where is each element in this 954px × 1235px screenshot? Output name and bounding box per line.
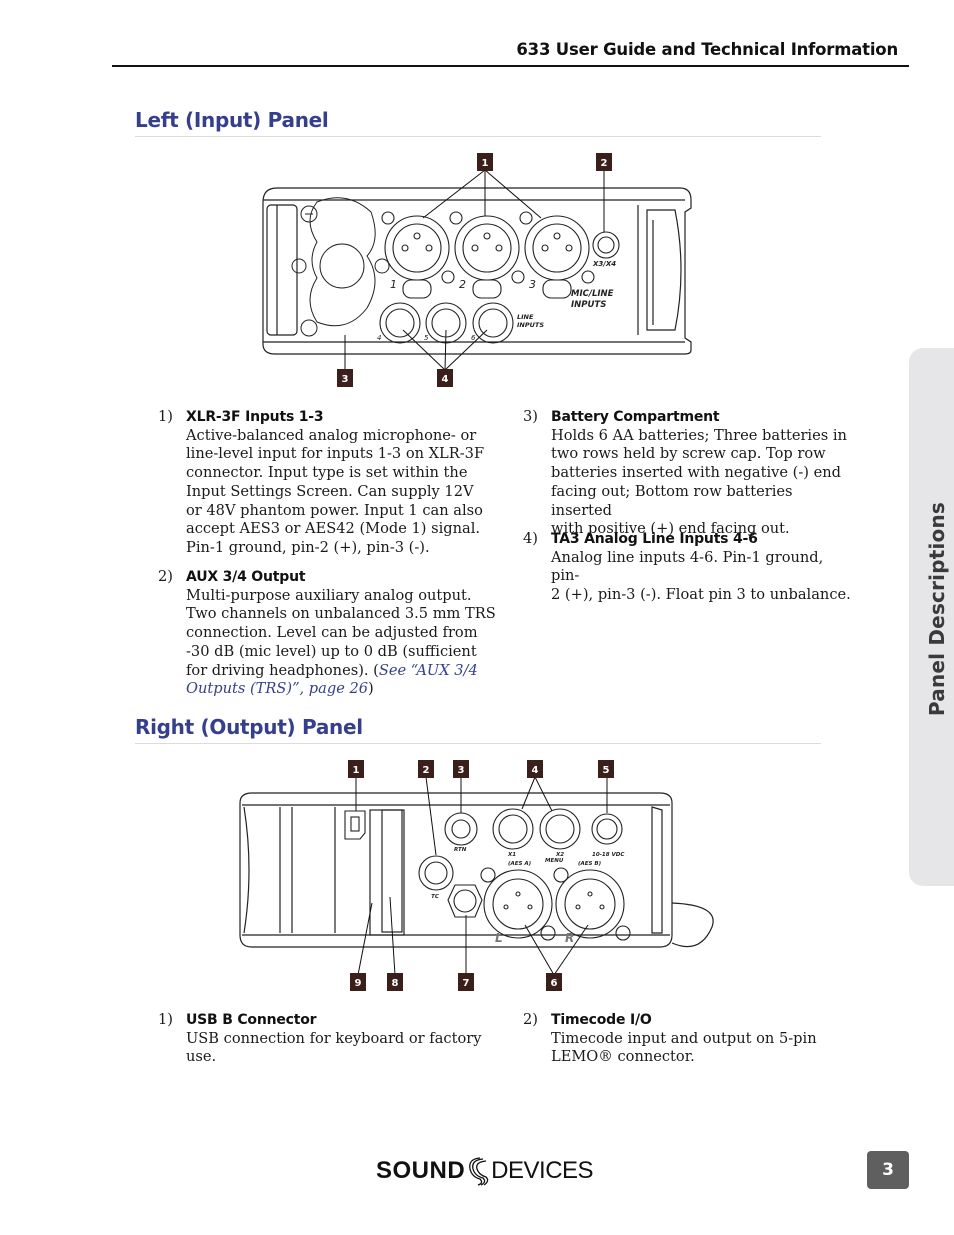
logo-wave-icon (469, 1157, 489, 1186)
item-title: XLR-3F Inputs 1-3 (186, 409, 324, 425)
chapter-side-tab-label: Panel Descriptions (925, 501, 949, 717)
rtn-jack-icon (444, 812, 478, 846)
item-line: use. (186, 1048, 217, 1066)
right-panel-heading-rule (135, 743, 821, 744)
callout-number: 1 (482, 158, 489, 169)
item-number: 1) (158, 1011, 173, 1028)
callout-number: 7 (463, 978, 470, 989)
battery-compartment-icon (291, 197, 390, 337)
cross-reference-link[interactable]: Outputs (TRS)”, page 26 (186, 680, 368, 697)
logo-text-devices: DEVICES (491, 1157, 594, 1184)
callout-number: 2 (423, 765, 430, 776)
callout-number: 1 (353, 765, 360, 776)
right-panel-diagram: RTN X1 X2 10-18 VDC (AES A) MENU (AES B)… (239, 760, 714, 991)
item-number: 2) (158, 568, 173, 585)
item-line: Timecode input and output on 5-pin (551, 1029, 817, 1047)
item-title: TA3 Analog Line Inputs 4-6 (551, 531, 758, 547)
callout-number: 4 (442, 374, 449, 385)
timecode-connector-icon (418, 855, 454, 891)
cross-reference-link[interactable]: See “AUX 3/4 (379, 662, 478, 679)
xlr-number-label: 3 (529, 278, 536, 291)
sound-devices-logo: SOUND DEVICES (376, 1156, 594, 1186)
dc-power-connector-icon (591, 813, 623, 845)
item-line: LEMO® connector. (551, 1048, 695, 1066)
callout-number: 3 (342, 374, 349, 385)
callout-number: 4 (532, 765, 539, 776)
item-line: Two channels on unbalanced 3.5 mm TRS (186, 605, 496, 623)
xlr-output-right-icon (553, 867, 631, 941)
left-panel-diagram: 1 2 3 X3/X4 MIC/LINE INPUTS LINE INPUTS … (262, 153, 692, 387)
right-channel-label: R (565, 931, 574, 945)
item-line: two rows held by screw cap. Top row (551, 445, 826, 463)
item-number: 4) (523, 530, 538, 547)
item-line: Multi-purpose auxiliary analog output. (186, 586, 472, 604)
aes-a-label: (AES A) (508, 861, 531, 867)
ta3-number-label: 5 (424, 334, 429, 342)
aux-label: X3/X4 (592, 260, 616, 268)
item-title: Timecode I/O (551, 1012, 652, 1028)
usb-b-connector-icon (344, 810, 366, 840)
x1-label: X1 (507, 852, 516, 858)
menu-label: MENU (545, 858, 564, 864)
line-inputs-label: INPUTS (517, 321, 544, 329)
dc-label: 10-18 VDC (592, 852, 624, 858)
item-line: connector. Input type is set within the (186, 464, 468, 482)
ta3-number-label: 4 (377, 334, 381, 342)
item-number: 1) (158, 408, 173, 425)
mic-line-label: MIC/LINE (571, 289, 614, 299)
right-panel-heading: Right (Output) Panel (135, 715, 363, 739)
xlr-number-label: 2 (459, 278, 466, 291)
callout-number: 3 (458, 765, 465, 776)
headphone-jack-icon (447, 884, 483, 918)
item-line: Pin-1 ground, pin-2 (+), pin-3 (-). (186, 538, 430, 556)
rtn-label: RTN (454, 847, 467, 853)
callout-number: 9 (355, 978, 362, 989)
mic-line-label: INPUTS (571, 300, 606, 310)
x2-output-icon (539, 808, 581, 850)
header-rule (112, 65, 909, 67)
aux-output-jack-icon (592, 231, 620, 259)
xlr-number-label: 1 (390, 278, 397, 291)
item-title: AUX 3/4 Output (186, 569, 306, 585)
callout-number: 8 (392, 978, 399, 989)
item-line: for driving headphones). ( (186, 661, 379, 679)
item-line: -30 dB (mic level) up to 0 dB (sufficien… (186, 642, 477, 660)
item-line: connection. Level can be adjusted from (186, 624, 478, 642)
left-panel-heading-rule (135, 136, 821, 137)
item-line: Active-balanced analog microphone- or (186, 426, 477, 444)
callout-number: 5 (603, 765, 610, 776)
running-header: 633 User Guide and Technical Information (516, 40, 898, 59)
page-number-badge: 3 (867, 1151, 909, 1189)
item-line: USB connection for keyboard or factory (186, 1029, 482, 1047)
item-line: Analog line inputs 4-6. Pin-1 ground, pi… (551, 548, 824, 585)
item-number: 3) (523, 408, 538, 425)
line-inputs-label: LINE (517, 313, 534, 321)
xlr-output-left-icon (480, 867, 556, 941)
tc-label: TC (431, 894, 439, 900)
item-line: Holds 6 AA batteries; Three batteries in (551, 426, 847, 444)
item-line: batteries inserted with negative (-) end (551, 464, 841, 482)
ta3-input-4-icon (379, 302, 421, 344)
item-line: accept AES3 or AES42 (Mode 1) signal. (186, 520, 481, 538)
item-title: USB B Connector (186, 1012, 317, 1028)
aes-b-label: (AES B) (578, 861, 601, 867)
item-number: 2) (523, 1011, 538, 1028)
chapter-side-tab: Panel Descriptions (909, 348, 954, 886)
logo-text-sound: SOUND (376, 1157, 466, 1184)
item-title: Battery Compartment (551, 409, 720, 425)
item-line: Input Settings Screen. Can supply 12V (186, 482, 474, 500)
item-line: line-level input for inputs 1-3 on XLR-3… (186, 445, 485, 463)
item-line: facing out; Bottom row batteries inserte… (551, 482, 793, 519)
left-panel-heading: Left (Input) Panel (135, 108, 329, 132)
item-line: ) (368, 680, 374, 698)
item-line: 2 (+), pin-3 (-). Float pin 3 to unbalan… (551, 586, 851, 604)
callout-number: 2 (601, 158, 608, 169)
left-channel-label: L (495, 931, 503, 945)
callout-number: 6 (551, 978, 558, 989)
item-line: or 48V phantom power. Input 1 can also (186, 501, 483, 519)
x1-output-icon (492, 808, 534, 850)
